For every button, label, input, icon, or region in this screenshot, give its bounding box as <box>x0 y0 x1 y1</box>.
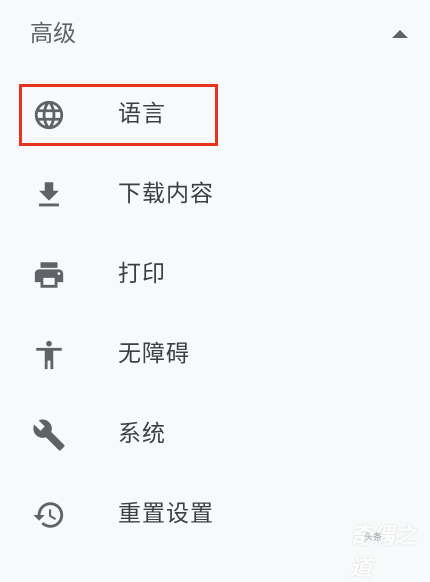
globe-icon <box>32 98 66 132</box>
menu-item-downloads[interactable]: 下载内容 <box>0 154 430 234</box>
menu-item-language[interactable]: 语言 <box>0 74 430 154</box>
menu-item-label: 系统 <box>118 421 166 447</box>
menu-item-label: 打印 <box>118 261 166 287</box>
menu-item-system[interactable]: 系统 <box>0 394 430 474</box>
download-icon <box>32 178 66 212</box>
menu-item-accessibility[interactable]: 无障碍 <box>0 314 430 394</box>
accessibility-icon <box>32 338 66 372</box>
menu-item-label: 下载内容 <box>118 181 214 207</box>
caret-up-icon[interactable] <box>388 24 412 44</box>
history-icon <box>32 498 66 532</box>
printer-icon <box>32 258 66 292</box>
menu-item-label: 语言 <box>118 101 166 127</box>
advanced-section-header[interactable]: 高级 <box>0 0 430 70</box>
menu-item-printing[interactable]: 打印 <box>0 234 430 314</box>
menu-item-label: 重置设置 <box>118 501 214 527</box>
watermark-subtext: 头条 <box>364 533 383 543</box>
watermark: 奇偶之道 <box>350 524 417 581</box>
wrench-icon <box>32 418 66 452</box>
menu-item-label: 无障碍 <box>118 341 190 367</box>
section-title: 高级 <box>30 21 76 47</box>
